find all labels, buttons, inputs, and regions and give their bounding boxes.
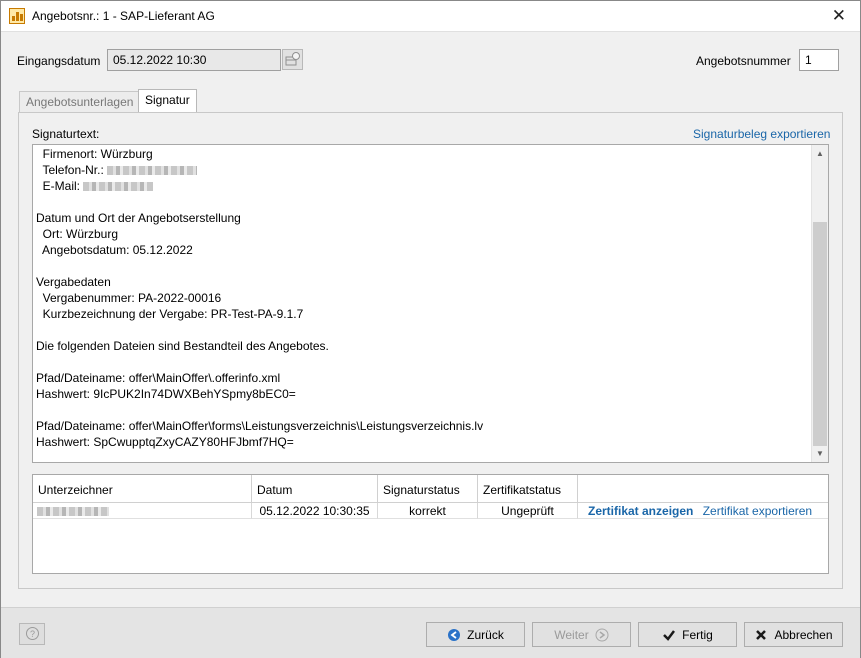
signaturtext-line: Kurzbezeichnung der Vergabe: PR-Test-PA-… xyxy=(36,306,304,322)
cell-actions: Zertifikat anzeigen Zertifikat exportier… xyxy=(578,503,828,519)
eingangsdatum-label: Eingangsdatum xyxy=(17,54,101,68)
help-icon: ? xyxy=(26,627,39,640)
cell-unterzeichner xyxy=(33,503,252,519)
signaturtext-line: Pfad/Dateiname: offer\MainOffer\.offerin… xyxy=(36,370,280,386)
dialog-window: Angebotsnr.: 1 - SAP-Lieferant AG ✕ Eing… xyxy=(0,0,861,658)
signaturtext-line-text: Datum und Ort der Angebotserstellung xyxy=(36,211,241,225)
signature-table: Unterzeichner Datum Signaturstatus Zerti… xyxy=(32,474,829,574)
signaturtext-line-text: Hashwert: SpCwupptqZxyCAZY80HFJbmf7HQ= xyxy=(36,435,294,449)
signaturtext-line-text: Die folgenden Dateien sind Bestandteil d… xyxy=(36,339,329,353)
signaturtext-line: Telefon-Nr.: xyxy=(36,162,198,178)
scroll-down-icon[interactable]: ▼ xyxy=(812,445,828,462)
col-header-datum[interactable]: Datum xyxy=(252,475,378,503)
angebotsnummer-label: Angebotsnummer xyxy=(696,54,791,68)
cancel-button[interactable]: Abbrechen xyxy=(744,622,843,647)
arrow-right-icon xyxy=(595,628,609,641)
back-label: Zurück xyxy=(467,627,504,642)
eingangsdatum-field: 05.12.2022 10:30 xyxy=(107,49,281,71)
signaturtext-line: Angebotsdatum: 05.12.2022 xyxy=(36,242,193,258)
calendar-clock-icon[interactable] xyxy=(282,49,303,70)
signaturtext-line-text: Firmenort: Würzburg xyxy=(36,147,153,161)
signaturtext-line-text: E-Mail: xyxy=(36,179,84,193)
signaturtext-line-text: Vergabenummer: PA-2022-00016 xyxy=(36,291,222,305)
zertifikat-anzeigen-link[interactable]: Zertifikat anzeigen xyxy=(588,504,693,518)
col-header-unterzeichner[interactable]: Unterzeichner xyxy=(33,475,252,503)
tab-angebotsunterlagen[interactable]: Angebotsunterlagen xyxy=(19,91,141,113)
signaturtext-line: Vergabedaten xyxy=(36,274,111,290)
next-button[interactable]: Weiter xyxy=(532,622,631,647)
cancel-label: Abbrechen xyxy=(774,627,833,642)
finish-button[interactable]: Fertig xyxy=(638,622,737,647)
angebotsnummer-field: 1 xyxy=(799,49,839,71)
cell-signaturstatus: korrekt xyxy=(378,503,478,519)
signaturtext-line-text: Kurzbezeichnung der Vergabe: PR-Test-PA-… xyxy=(36,307,304,321)
redacted-value xyxy=(83,182,154,192)
help-button[interactable]: ? xyxy=(19,623,45,645)
title-bar: Angebotsnr.: 1 - SAP-Lieferant AG ✕ xyxy=(1,1,860,32)
redacted-value xyxy=(107,166,198,176)
checkmark-icon xyxy=(663,629,676,641)
signaturtext-line-text: Hashwert: 9IcPUK2In74DWXBehYSpmy8bEC0= xyxy=(36,387,296,401)
signaturtext-line: Firmenort: Würzburg xyxy=(36,146,153,162)
signaturtext-line-text: Vergabedaten xyxy=(36,275,111,289)
signaturtext-line: Vergabenummer: PA-2022-00016 xyxy=(36,290,222,306)
signaturtext-label: Signaturtext: xyxy=(32,127,100,141)
signaturtext-area[interactable]: Firmenort: Würzburg Telefon-Nr.: E-Mail:… xyxy=(32,144,829,463)
window-title: Angebotsnr.: 1 - SAP-Lieferant AG xyxy=(32,9,215,23)
zertifikat-exportieren-link[interactable]: Zertifikat exportieren xyxy=(703,504,812,518)
scroll-thumb[interactable] xyxy=(813,222,827,446)
signaturtext-line-text: Telefon-Nr.: xyxy=(36,163,108,177)
scroll-up-icon[interactable]: ▲ xyxy=(812,145,828,162)
signaturbeleg-export-link[interactable]: Signaturbeleg exportieren xyxy=(693,127,830,141)
signaturtext-line: Die folgenden Dateien sind Bestandteil d… xyxy=(36,338,329,354)
app-icon xyxy=(9,8,25,24)
signaturtext-line: E-Mail: xyxy=(36,178,154,194)
signaturtext-line: Ort: Würzburg xyxy=(36,226,118,242)
col-header-signaturstatus[interactable]: Signaturstatus xyxy=(378,475,478,503)
tab-signatur[interactable]: Signatur xyxy=(138,89,197,113)
redacted-name xyxy=(37,507,109,517)
cell-datum: 05.12.2022 10:30:35 xyxy=(252,503,378,519)
vertical-scrollbar[interactable]: ▲ ▼ xyxy=(811,145,828,462)
arrow-left-icon xyxy=(448,628,461,641)
cell-zertifikatstatus: Ungeprüft xyxy=(478,503,578,519)
signaturtext-line-text: Pfad/Dateiname: offer\MainOffer\forms\Le… xyxy=(36,419,484,433)
col-header-zertifikatstatus[interactable]: Zertifikatstatus xyxy=(478,475,578,503)
signaturtext-line: Hashwert: SpCwupptqZxyCAZY80HFJbmf7HQ= xyxy=(36,434,294,450)
signaturtext-line: Pfad/Dateiname: offer\MainOffer\forms\Le… xyxy=(36,418,483,434)
cancel-x-icon xyxy=(756,629,767,640)
col-header-actions xyxy=(578,475,828,503)
signaturtext-line-text: Pfad/Dateiname: offer\MainOffer\.offerin… xyxy=(36,371,281,385)
signaturtext-line-text: Ort: Würzburg xyxy=(36,227,119,241)
next-label: Weiter xyxy=(554,627,589,642)
signaturtext-line: Datum und Ort der Angebotserstellung xyxy=(36,210,241,226)
back-button[interactable]: Zurück xyxy=(426,622,525,647)
signaturtext-line-text: Angebotsdatum: 05.12.2022 xyxy=(36,243,193,257)
finish-label: Fertig xyxy=(682,627,713,642)
close-icon[interactable]: ✕ xyxy=(832,6,846,26)
signaturtext-line: Hashwert: 9IcPUK2In74DWXBehYSpmy8bEC0= xyxy=(36,386,296,402)
